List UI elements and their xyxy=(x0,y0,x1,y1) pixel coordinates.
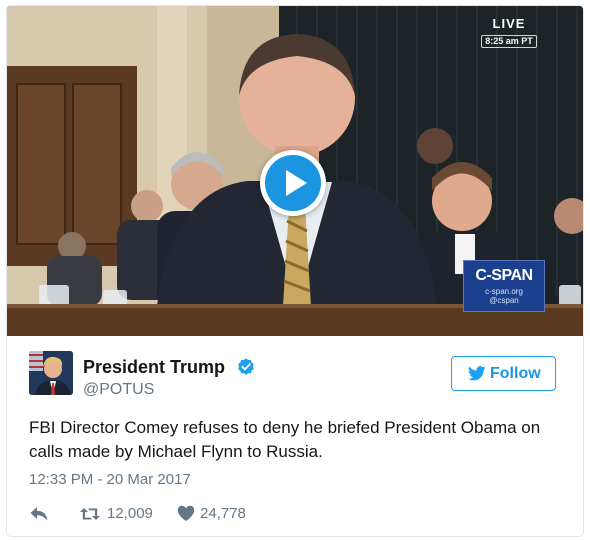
like-button[interactable]: 24,778 xyxy=(177,503,267,525)
channel-url: c-span.org xyxy=(485,287,523,296)
follow-label: Follow xyxy=(490,365,541,382)
timestamp-link[interactable]: 12:33 PM - 20 Mar 2017 xyxy=(29,470,191,490)
like-count: 24,778 xyxy=(200,505,246,522)
embedded-tweet-card: LIVE 8:25 am PT C-SPAN c-span.org @cspan xyxy=(6,5,584,537)
channel-logo: C-SPAN c-span.org @cspan xyxy=(463,260,545,312)
channel-logo-text: C-SPAN xyxy=(475,267,533,284)
tweet-body: President Trump @POTUS Follow FBI Direct… xyxy=(7,336,583,536)
play-button[interactable] xyxy=(260,150,326,216)
live-time: 8:25 am PT xyxy=(481,35,537,48)
avatar-image xyxy=(29,351,73,395)
tweet-text: FBI Director Comey refuses to deny he br… xyxy=(29,418,541,461)
follow-button[interactable]: Follow xyxy=(451,356,556,391)
reply-button[interactable] xyxy=(29,503,53,525)
play-icon xyxy=(286,170,307,196)
live-label: LIVE xyxy=(492,16,526,31)
channel-handle: @cspan xyxy=(489,296,519,305)
retweet-icon xyxy=(80,508,100,520)
live-badge: LIVE 8:25 am PT xyxy=(481,17,537,49)
retweet-button[interactable]: 12,009 xyxy=(79,503,169,525)
retweet-count: 12,009 xyxy=(107,505,153,522)
avatar[interactable] xyxy=(29,351,73,395)
video-player[interactable]: LIVE 8:25 am PT C-SPAN c-span.org @cspan xyxy=(7,6,583,336)
twitter-bird-icon xyxy=(468,366,486,381)
heart-icon xyxy=(177,505,195,521)
display-name[interactable]: President Trump xyxy=(83,356,225,378)
user-handle[interactable]: @POTUS xyxy=(83,380,154,400)
reply-icon xyxy=(30,507,48,521)
verified-badge-icon xyxy=(238,358,254,375)
